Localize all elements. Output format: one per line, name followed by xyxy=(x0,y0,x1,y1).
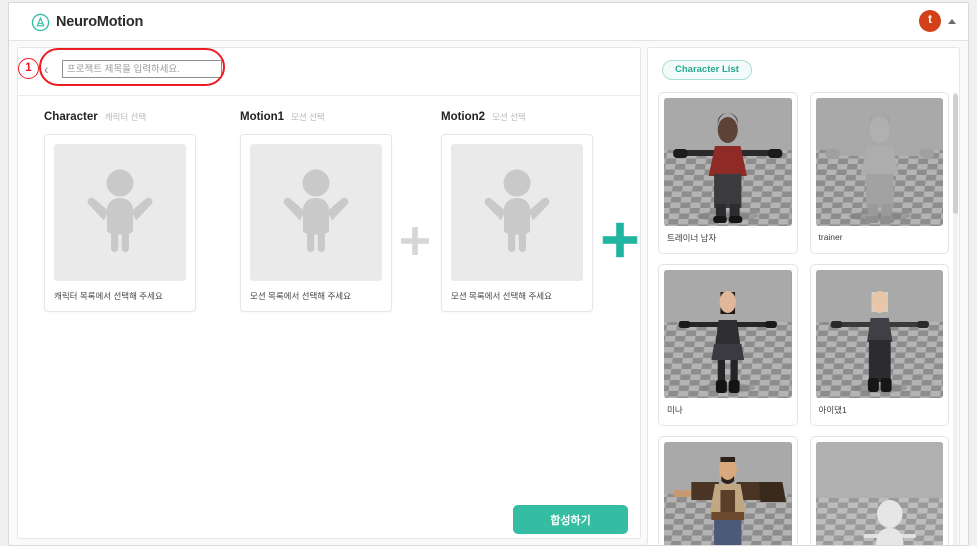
neuromotion-logo-icon xyxy=(31,13,50,32)
slot-subtitle: 캐릭터 선택 xyxy=(104,112,147,122)
scrollbar-thumb[interactable] xyxy=(953,94,958,214)
character-thumbnail[interactable] xyxy=(815,98,943,226)
character-thumbnail[interactable] xyxy=(664,270,792,398)
character-card[interactable]: 아이댔1 xyxy=(809,264,949,426)
annotation-step-number: 1 xyxy=(18,58,39,79)
person-placeholder-icon xyxy=(481,167,553,258)
character-card[interactable]: trainer xyxy=(809,92,949,254)
slot-caption: 모션 목록에서 선택해 주세요 xyxy=(451,291,552,301)
character-label: 트레이너 남자 xyxy=(667,233,717,243)
top-bar: NeuroMotion t xyxy=(9,3,968,41)
slot-card-motion2[interactable]: 모션 목록에서 선택해 주세요 xyxy=(441,134,593,312)
slot-header: Motion1 모션 선택 xyxy=(240,111,392,127)
compose-button[interactable]: 합성하기 xyxy=(513,505,628,534)
character-label: 아이댔1 xyxy=(818,405,847,415)
composition-slots: Character 캐릭터 선택 캐릭터 목록에서 선택해 주세요 Motion… xyxy=(18,95,640,345)
plus-icon xyxy=(601,221,639,259)
account-menu[interactable]: t xyxy=(919,10,960,32)
slot-thumbnail[interactable] xyxy=(451,144,583,281)
chevron-left-icon[interactable]: ‹ xyxy=(44,62,49,76)
character-card[interactable] xyxy=(658,436,798,545)
slot-subtitle: 모션 선택 xyxy=(492,112,526,122)
slot-title: Character xyxy=(44,111,98,123)
brand-logo[interactable]: NeuroMotion xyxy=(31,11,143,33)
slot-character: Character 캐릭터 선택 캐릭터 목록에서 선택해 주세요 xyxy=(44,111,196,312)
slot-card-motion1[interactable]: 모션 목록에서 선택해 주세요 xyxy=(240,134,392,312)
person-placeholder-icon xyxy=(280,167,352,258)
character-label: trainer xyxy=(818,232,843,242)
slot-thumbnail[interactable] xyxy=(54,144,186,281)
character-thumbnail[interactable] xyxy=(664,98,792,226)
slot-header: Motion2 모션 선택 xyxy=(441,111,593,127)
character-list-pane: Character List 트레이너 남자 trainer 미나 아이댔1 xyxy=(647,47,960,545)
slot-title: Motion2 xyxy=(441,111,486,123)
project-title-input[interactable] xyxy=(62,60,222,78)
slot-thumbnail[interactable] xyxy=(250,144,382,281)
character-card[interactable] xyxy=(809,436,949,545)
character-card[interactable]: 트레이너 남자 xyxy=(658,92,798,254)
editor-pane: ‹ Character 캐릭터 선택 xyxy=(17,47,641,539)
brand-name: NeuroMotion xyxy=(56,14,144,30)
character-thumbnail[interactable] xyxy=(815,270,943,398)
character-label: 미나 xyxy=(667,405,683,415)
slot-caption: 모션 목록에서 선택해 주세요 xyxy=(250,291,351,301)
slot-motion1: Motion1 모션 선택 모션 목록에서 선택해 주세요 xyxy=(240,111,392,312)
person-placeholder-icon xyxy=(84,167,156,258)
project-title-row: ‹ xyxy=(18,48,640,96)
slot-title: Motion1 xyxy=(240,111,285,123)
character-thumbnail[interactable] xyxy=(815,442,943,545)
slot-motion2: Motion2 모션 선택 모션 목록에서 선택해 주세요 xyxy=(441,111,593,312)
slot-card-character[interactable]: 캐릭터 목록에서 선택해 주세요 xyxy=(44,134,196,312)
chevron-up-icon[interactable] xyxy=(948,18,956,24)
character-card[interactable]: 미나 xyxy=(658,264,798,426)
workspace: ‹ Character 캐릭터 선택 xyxy=(9,41,968,545)
app-window: NeuroMotion t ‹ Character 캐릭터 선택 xyxy=(8,2,969,546)
character-grid: 트레이너 남자 trainer 미나 아이댔1 xyxy=(658,92,957,545)
avatar[interactable]: t xyxy=(919,10,941,32)
character-thumbnail[interactable] xyxy=(664,442,792,545)
slot-header: Character 캐릭터 선택 xyxy=(44,111,196,127)
character-list-badge[interactable]: Character List xyxy=(662,60,752,80)
slot-subtitle: 모션 선택 xyxy=(291,112,325,122)
plus-icon xyxy=(399,225,431,257)
slot-caption: 캐릭터 목록에서 선택해 주세요 xyxy=(54,291,163,301)
